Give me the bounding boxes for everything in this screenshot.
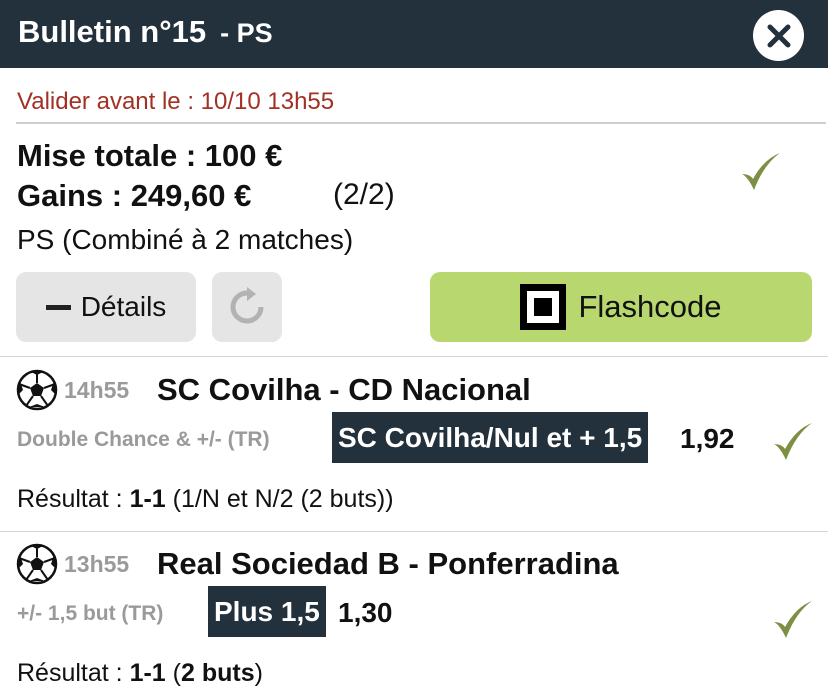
flashcode-button[interactable]: Flashcode bbox=[430, 272, 812, 342]
slip-number: Bulletin n°15 bbox=[18, 14, 207, 49]
total-stake: Mise totale : 100 € bbox=[17, 138, 283, 173]
result-detail-bold: 2 buts bbox=[180, 659, 255, 687]
divider bbox=[0, 356, 828, 357]
result-detail-open: ( bbox=[172, 659, 181, 687]
match-title: Real Sociedad B - Ponferradina bbox=[157, 546, 619, 581]
result-detail-close: ) bbox=[254, 659, 263, 687]
check-icon bbox=[742, 153, 780, 190]
match-result: Résultat : 1-1 (2 buts) bbox=[17, 659, 263, 688]
divider bbox=[16, 122, 826, 124]
qr-code-icon bbox=[520, 284, 567, 330]
bet-slip-header: Bulletin n°15 - PS bbox=[0, 0, 828, 68]
refresh-button[interactable] bbox=[212, 272, 282, 342]
market-label: Double Chance & +/- (TR) bbox=[17, 428, 270, 451]
winnings: Gains : 249,60 € bbox=[17, 178, 252, 213]
details-button[interactable]: Détails bbox=[16, 272, 196, 342]
close-icon bbox=[767, 24, 790, 47]
match-time: 14h55 bbox=[64, 377, 130, 403]
result-score: 1-1 bbox=[129, 485, 166, 513]
match-result: Résultat : 1-1 (1/N et N/2 (2 buts)) bbox=[17, 485, 394, 514]
result-score: 1-1 bbox=[129, 659, 166, 687]
refresh-icon bbox=[230, 287, 264, 324]
odds-value: 1,30 bbox=[338, 597, 393, 628]
validate-deadline: Valider avant le : 10/10 13h55 bbox=[17, 88, 335, 115]
close-button[interactable] bbox=[753, 10, 804, 61]
selection-badge: SC Covilha/Nul et + 1,5 bbox=[332, 412, 649, 463]
check-icon bbox=[774, 423, 812, 460]
minus-icon bbox=[45, 304, 71, 310]
soccer-ball-icon bbox=[16, 369, 58, 411]
winnings-count: (2/2) bbox=[333, 178, 395, 211]
match-time: 13h55 bbox=[64, 551, 130, 577]
result-label: Résultat : bbox=[17, 659, 123, 687]
details-label: Détails bbox=[80, 291, 167, 322]
bet-type: PS (Combiné à 2 matches) bbox=[17, 224, 354, 255]
match-title: SC Covilha - CD Nacional bbox=[157, 372, 531, 407]
market-label: +/- 1,5 but (TR) bbox=[17, 602, 164, 625]
result-detail: (1/N et N/2 (2 buts)) bbox=[172, 485, 394, 513]
soccer-ball-icon bbox=[16, 543, 58, 585]
divider bbox=[0, 531, 828, 532]
selection-badge: Plus 1,5 bbox=[208, 586, 326, 637]
odds-value: 1,92 bbox=[680, 423, 735, 454]
flashcode-label: Flashcode bbox=[578, 289, 722, 324]
result-label: Résultat : bbox=[17, 485, 123, 513]
header-title: Bulletin n°15 - PS bbox=[18, 14, 273, 50]
check-icon bbox=[774, 601, 812, 638]
slip-subtitle: - PS bbox=[220, 18, 273, 48]
